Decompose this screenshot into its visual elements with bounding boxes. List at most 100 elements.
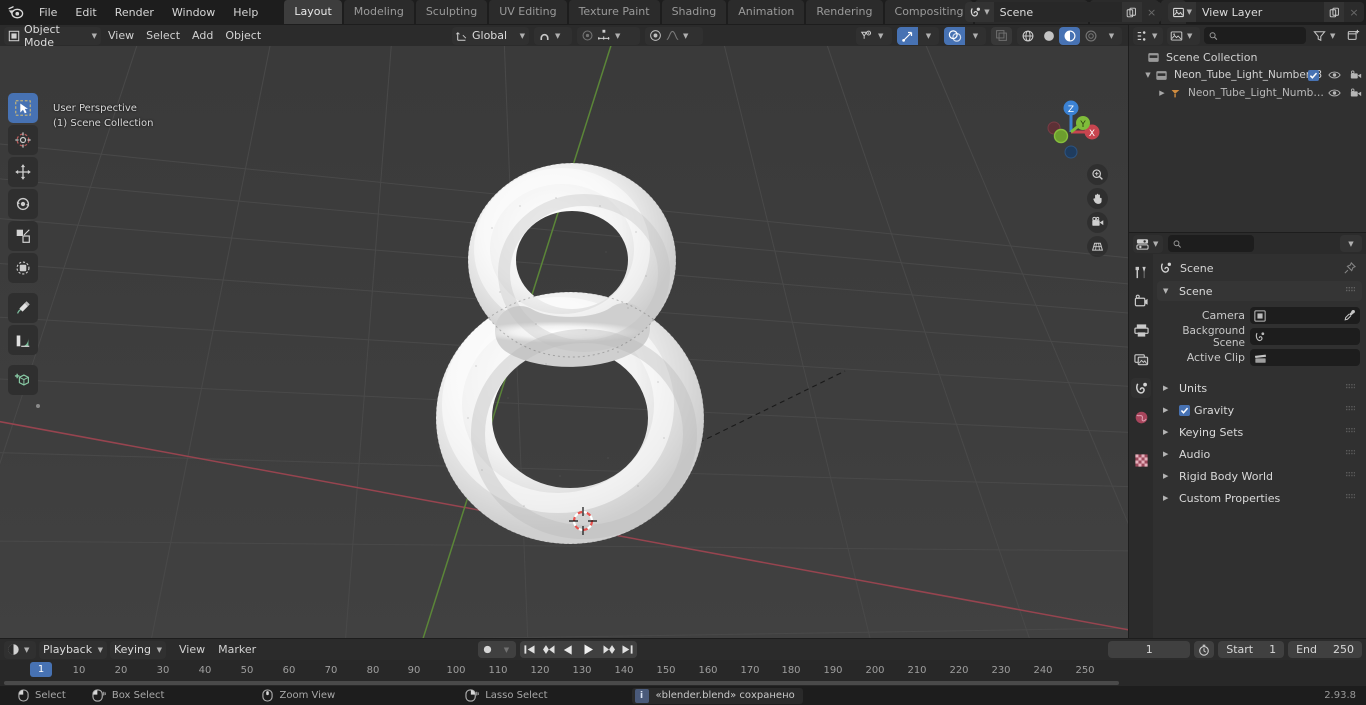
outliner-row-scene-collection[interactable]: Scene Collection (1129, 48, 1366, 66)
shading-rendered-button[interactable] (1080, 27, 1101, 45)
use-preview-range-button[interactable] (1194, 641, 1215, 658)
properties-editor[interactable]: ▼ ▼ Scene ▼ Scene Camera Background Scen… (1129, 233, 1366, 638)
tab-layout[interactable]: Layout (283, 0, 342, 24)
timeline-scrollbar[interactable] (4, 681, 1119, 685)
tab-sculpting[interactable]: Sculpting (414, 0, 488, 24)
auto-keying-options-dropdown[interactable]: ▼ (497, 641, 516, 658)
move-tool[interactable] (8, 157, 38, 187)
properties-editor-type-button[interactable]: ▼ (1133, 234, 1163, 253)
panel-header-scene[interactable]: ▼ Scene (1157, 281, 1362, 301)
zoom-view-icon[interactable] (1087, 164, 1108, 185)
rotate-tool[interactable] (8, 189, 38, 219)
frame-start-field[interactable]: Start 1 (1218, 641, 1285, 658)
frame-end-field[interactable]: End 250 (1288, 641, 1362, 658)
scale-tool[interactable] (8, 221, 38, 251)
menu-edit[interactable]: Edit (66, 3, 105, 22)
view-layer-browse-icon[interactable]: ▼ (1167, 2, 1196, 22)
tab-view-layer[interactable] (1131, 349, 1151, 369)
show-overlays-toggle[interactable] (944, 26, 965, 45)
navigation-gizmo[interactable]: Z X Y (1036, 94, 1106, 164)
tab-shading[interactable]: Shading (660, 0, 727, 24)
tab-compositing[interactable]: Compositing (883, 0, 974, 24)
scene-name-field[interactable]: Scene (993, 2, 1122, 22)
panel-header-gravity[interactable]: ▶ Gravity (1157, 400, 1362, 420)
tab-texture[interactable] (1131, 450, 1151, 470)
scene-browse-icon[interactable]: ▼ (965, 2, 994, 22)
menu-file[interactable]: File (30, 3, 66, 22)
tab-render[interactable] (1131, 291, 1151, 311)
outliner-editor[interactable]: ▼ ▼ ▼ Scene Collection ▼ Neon_Tube_Light… (1129, 25, 1366, 232)
shading-solid-button[interactable] (1038, 27, 1059, 45)
pan-view-icon[interactable] (1087, 188, 1108, 209)
overlay-options-dropdown[interactable]: ▼ (965, 27, 986, 45)
panel-header-custom-properties[interactable]: ▶ Custom Properties (1157, 488, 1362, 508)
jump-to-start-button[interactable] (520, 641, 539, 658)
timeline-editor-type-button[interactable]: ▼ (4, 640, 36, 659)
next-keyframe-button[interactable] (599, 641, 618, 658)
disclosure-triangle-icon[interactable]: ▼ (1141, 71, 1155, 79)
tab-uv-editing[interactable]: UV Editing (488, 0, 567, 24)
camera-field[interactable] (1250, 307, 1360, 324)
properties-search-input[interactable] (1168, 235, 1254, 252)
outliner-search-field[interactable] (1221, 30, 1301, 41)
collection-checkbox[interactable] (1308, 69, 1319, 81)
viewport-menu-add[interactable]: Add (187, 27, 218, 44)
blender-logo-icon[interactable] (0, 0, 30, 24)
outliner-row-object[interactable]: ▶ Neon_Tube_Light_Numb… (1129, 84, 1366, 102)
pin-icon[interactable] (1344, 262, 1356, 274)
panel-header-units[interactable]: ▶ Units (1157, 378, 1362, 398)
properties-search-field[interactable] (1185, 238, 1249, 249)
visibility-eye-icon[interactable] (1328, 70, 1341, 80)
outliner-display-mode-dropdown[interactable]: ▼ (1167, 26, 1200, 45)
current-frame-field[interactable]: 1 (1108, 641, 1191, 658)
menu-help[interactable]: Help (224, 3, 267, 22)
timeline-ruler[interactable]: 10 20 30 40 50 60 70 80 90 100 110 120 1… (0, 660, 1366, 686)
outliner-filter-dropdown[interactable]: ▼ (1310, 27, 1340, 45)
tab-world[interactable] (1131, 407, 1151, 427)
menu-window[interactable]: Window (163, 3, 224, 22)
tab-output[interactable] (1131, 320, 1151, 340)
view-layer-name-field[interactable]: View Layer (1196, 2, 1324, 22)
viewport-menu-select[interactable]: Select (141, 27, 185, 44)
outliner-row-collection[interactable]: ▼ Neon_Tube_Light_Number_8 (1129, 66, 1366, 84)
tab-modeling[interactable]: Modeling (342, 0, 414, 24)
gravity-checkbox[interactable] (1179, 404, 1190, 416)
scene-new-button[interactable] (1121, 2, 1142, 22)
viewport-menu-object[interactable]: Object (220, 27, 266, 44)
camera-view-icon[interactable] (1087, 212, 1108, 233)
snap-magnet-toggle[interactable]: ▼ (534, 26, 572, 45)
toggle-xray-button[interactable] (991, 26, 1012, 45)
panel-header-rigid-body-world[interactable]: ▶ Rigid Body World (1157, 466, 1362, 486)
tab-texture-paint[interactable]: Texture Paint (567, 0, 660, 24)
properties-options-dropdown[interactable]: ▼ (1340, 235, 1362, 252)
jump-to-end-button[interactable] (618, 641, 637, 658)
proportional-editing-group[interactable]: ▼ (577, 26, 640, 45)
visibility-eye-icon[interactable] (1328, 88, 1341, 98)
shading-material-preview-button[interactable] (1059, 26, 1080, 45)
prev-keyframe-button[interactable] (539, 641, 558, 658)
active-clip-field[interactable] (1250, 349, 1360, 366)
transform-tool[interactable] (8, 253, 38, 283)
background-scene-field[interactable] (1250, 328, 1360, 345)
gizmo-options-dropdown[interactable]: ▼ (918, 27, 939, 45)
tab-rendering[interactable]: Rendering (805, 0, 883, 24)
3d-viewport[interactable]: Object Mode ▼ View Select Add Object Glo… (0, 23, 1128, 638)
render-camera-icon[interactable] (1350, 70, 1362, 81)
shading-options-dropdown[interactable]: ▼ (1101, 27, 1122, 45)
cursor-tool[interactable] (8, 125, 38, 155)
interaction-mode-dropdown[interactable]: Object Mode ▼ (4, 23, 101, 49)
annotate-tool[interactable] (8, 293, 38, 323)
tab-animation[interactable]: Animation (727, 0, 805, 24)
shading-wireframe-button[interactable] (1017, 27, 1038, 45)
auto-keying-toggle[interactable] (478, 641, 497, 658)
tab-tool[interactable] (1131, 262, 1151, 282)
disclosure-triangle-icon[interactable]: ▶ (1155, 89, 1169, 97)
outliner-editor-type-button[interactable]: ▼ (1133, 26, 1163, 45)
add-cube-tool[interactable] (8, 365, 38, 395)
measure-tool[interactable] (8, 325, 38, 355)
view-layer-unlink-button[interactable]: × (1344, 2, 1364, 22)
object-visibility-dropdown[interactable]: ▼ (856, 26, 892, 45)
playhead[interactable]: 1 (30, 662, 52, 677)
viewport-menu-view[interactable]: View (103, 27, 139, 44)
outliner-new-collection-button[interactable] (1344, 29, 1362, 42)
